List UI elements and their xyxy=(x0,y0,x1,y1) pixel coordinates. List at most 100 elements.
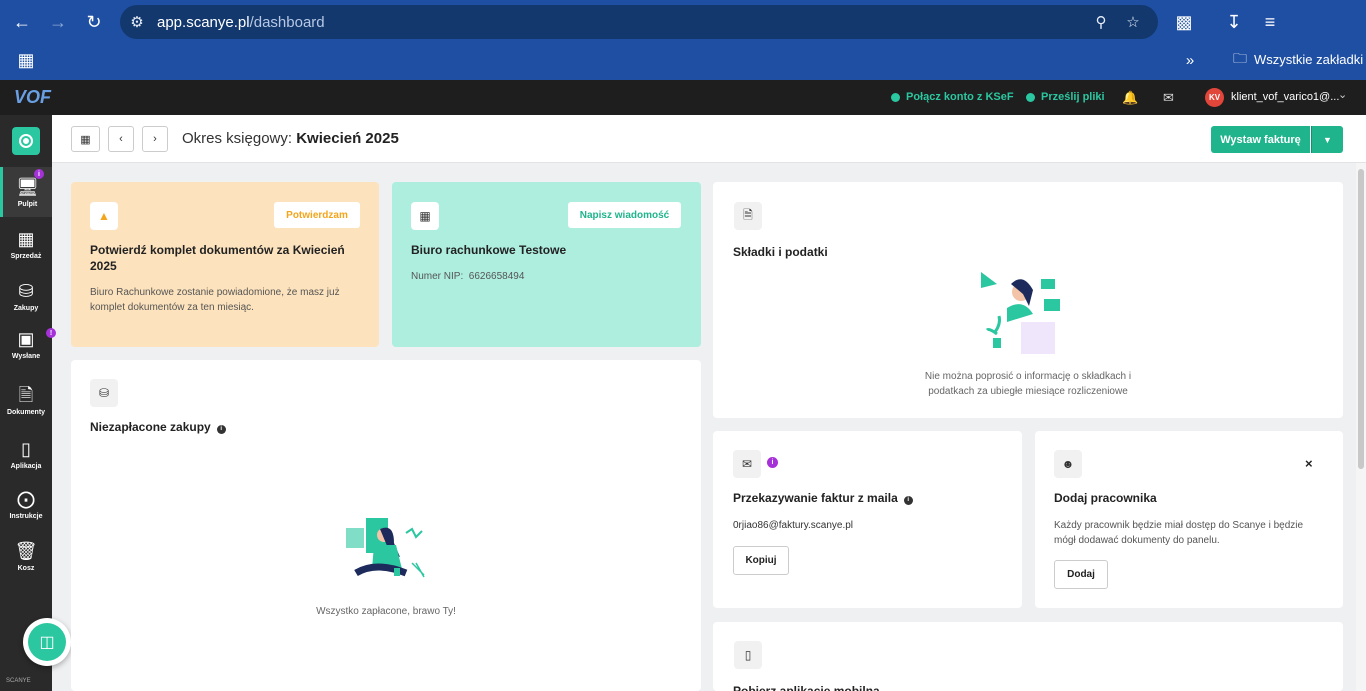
apps-grid-icon[interactable]: ▦ xyxy=(14,48,38,72)
mobile-app-card: ▯ Pobierz aplikację mobilną xyxy=(713,622,1343,691)
confirm-title: Potwierdź komplet dokumentów za Kwiecień… xyxy=(90,243,345,273)
notification-badge: ! xyxy=(46,328,56,338)
sidebar-item-dokumenty[interactable]: 🗎 Dokumenty xyxy=(0,375,52,425)
forward-arrow-icon[interactable]: → xyxy=(46,10,70,34)
unpaid-empty-text: Wszystko zapłacone, brawo Ty! xyxy=(316,606,456,617)
lifebuoy-icon: ⨀ xyxy=(17,488,35,509)
download-icon[interactable]: ↧ xyxy=(1222,10,1246,34)
more-bookmarks-icon[interactable]: » xyxy=(1178,48,1202,72)
woman-illustration xyxy=(981,272,1060,354)
zoom-icon[interactable]: ⚲ xyxy=(1092,13,1110,31)
info-badge: i xyxy=(767,457,778,468)
add-button[interactable] xyxy=(12,127,40,155)
confirm-documents-card: ▲ Potwierdzam Potwierdź komplet dokument… xyxy=(71,182,379,347)
reload-icon[interactable]: ↻ xyxy=(82,10,106,34)
phone-icon: ▯ xyxy=(734,641,762,669)
document-icon: 🗎 xyxy=(734,202,762,230)
add-employee-title: Dodaj pracownika xyxy=(1054,491,1157,505)
taxes-empty-text: Nie można poprosić o informację o składk… xyxy=(924,371,1132,397)
sidebar-item-pulpit[interactable]: 🖥 Pulpit xyxy=(0,167,52,217)
sidebar-item-aplikacja[interactable]: ▯ Aplikacja xyxy=(0,429,52,479)
chat-widget-button[interactable]: ◫ xyxy=(23,618,71,666)
chevron-down-icon[interactable]: ⌄ xyxy=(1338,88,1347,101)
browser-toolbar: ← → ↻ ⚙ app.scanye.pl/dashboard ⚲ ☆ ▩ ↧ … xyxy=(0,0,1366,80)
period-title: Okres księgowy: Kwiecień 2025 xyxy=(182,130,399,147)
inbox-icon: ▣ xyxy=(17,328,35,349)
chevron-right-icon: › xyxy=(153,133,157,145)
connect-ksef-link[interactable]: Połącz konto z KSeF xyxy=(891,91,1014,103)
info-icon[interactable]: i xyxy=(216,425,226,434)
building-icon: ▦ xyxy=(411,202,439,230)
email-forwarding-card: ✉ i Przekazywanie faktur z maila i 0rjiao… xyxy=(713,431,1022,608)
phone-icon: ▯ xyxy=(21,438,31,459)
document-icon: 🗎 xyxy=(18,384,34,405)
add-user-icon: ☻ xyxy=(1054,450,1082,478)
sidebar-item-zakupy[interactable]: ⛁ Zakupy xyxy=(0,271,52,321)
sidebar-item-sprzedaz[interactable]: ▦ Sprzedaż xyxy=(0,219,52,269)
taxes-title: Składki i podatki xyxy=(733,245,828,259)
calendar-button[interactable]: ▦ xyxy=(71,126,100,152)
mail-icon[interactable]: ✉ xyxy=(1163,90,1174,106)
site-settings-icon[interactable]: ⚙ xyxy=(128,13,146,31)
brand-label: SCANYE xyxy=(6,678,31,684)
sidebar-item-kosz[interactable]: 🗑 Kosz xyxy=(0,531,52,581)
chat-icon: ◫ xyxy=(28,623,66,661)
send-files-link[interactable]: Prześlij pliki xyxy=(1026,91,1105,103)
trash-icon: 🗑 xyxy=(14,540,38,561)
unpaid-purchases-card: ⛁ Niezapłacone zakupy i Wszystko zapłacon… xyxy=(71,360,701,691)
unpaid-title: Niezapłacone zakupy i xyxy=(90,419,226,435)
chevron-left-icon: ‹ xyxy=(119,133,123,145)
all-bookmarks-link[interactable]: Wszystkie zakładki xyxy=(1254,52,1363,67)
register-icon: ▦ xyxy=(17,228,35,249)
write-message-button[interactable]: Napisz wiadomość xyxy=(568,202,681,228)
relax-illustration xyxy=(346,518,425,578)
sidebar-item-instrukcje[interactable]: ⨀ Instrukcje xyxy=(0,479,52,529)
period-toolbar: ▦ ‹ › Okres księgowy: Kwiecień 2025 Wyst… xyxy=(52,115,1366,163)
scrollbar-thumb[interactable] xyxy=(1358,169,1364,469)
address-bar[interactable]: ⚙ app.scanye.pl/dashboard ⚲ ☆ xyxy=(120,5,1158,39)
sidebar-item-wyslane[interactable]: ▣ Wysłane xyxy=(0,319,52,369)
basket-icon: ⛁ xyxy=(18,280,34,301)
accounting-office-card: ▦ Napisz wiadomość Biuro rachunkowe Test… xyxy=(392,182,701,347)
next-period-button[interactable]: › xyxy=(142,126,168,152)
app-header: VOF Połącz konto z KSeF Prześlij pliki 🔔… xyxy=(0,80,1366,115)
issue-invoice-dropdown[interactable]: ▼ xyxy=(1311,126,1343,153)
plus-circle-icon xyxy=(1026,92,1035,102)
forwarding-email: 0rjiao86@faktury.scanye.pl xyxy=(733,520,854,531)
add-employee-card: ☻ × Dodaj pracownika Każdy pracownik będ… xyxy=(1035,431,1343,608)
reading-list-icon[interactable]: ≡ xyxy=(1258,10,1282,34)
mail-icon: ✉ xyxy=(733,450,761,478)
calendar-icon: ▦ xyxy=(80,133,91,146)
mobile-app-title: Pobierz aplikację mobilną xyxy=(733,684,880,691)
office-nip: Numer NIP: 6626658494 xyxy=(411,271,525,282)
back-arrow-icon[interactable]: ← xyxy=(10,10,34,34)
logo[interactable]: VOF xyxy=(14,87,51,108)
bell-icon[interactable]: 🔔 xyxy=(1122,90,1138,106)
avatar[interactable]: KV xyxy=(1205,88,1224,107)
plus-circle-icon xyxy=(891,92,900,102)
confirm-button[interactable]: Potwierdzam xyxy=(274,202,360,228)
add-employee-text: Każdy pracownik będzie miał dostęp do Sc… xyxy=(1054,520,1304,546)
add-employee-button[interactable]: Dodaj xyxy=(1054,560,1108,589)
taxes-card: 🗎 Składki i podatki Nie można poprosić o… xyxy=(713,182,1343,418)
issue-invoice-button[interactable]: Wystaw fakturę xyxy=(1211,126,1310,153)
info-icon[interactable]: i xyxy=(903,496,913,505)
prev-period-button[interactable]: ‹ xyxy=(108,126,134,152)
user-name[interactable]: klient_vof_varico1@... xyxy=(1231,91,1339,103)
email-forwarding-title: Przekazywanie faktur z maila i xyxy=(733,490,913,506)
star-icon[interactable]: ☆ xyxy=(1124,13,1142,31)
office-title: Biuro rachunkowe Testowe xyxy=(411,243,567,257)
sidebar: 🖥 Pulpit i ▦ Sprzedaż ⛁ Zakupy ▣ Wysłane… xyxy=(0,115,56,691)
bookmarks-bar: ▦ » 🗀 Wszystkie zakładki xyxy=(0,44,1366,80)
confirm-text: Biuro Rachunkowe zostanie powiadomione, … xyxy=(90,287,340,313)
page-scrollbar[interactable] xyxy=(1356,163,1366,691)
caret-down-icon: ▼ xyxy=(1323,134,1332,145)
extensions-icon[interactable]: ▩ xyxy=(1172,10,1196,34)
basket-icon: ⛁ xyxy=(90,379,118,407)
folder-icon: 🗀 xyxy=(1233,50,1247,66)
url-text: app.scanye.pl/dashboard xyxy=(157,14,325,31)
monitor-icon: 🖥 xyxy=(16,176,39,197)
close-icon[interactable]: × xyxy=(1305,456,1313,471)
copy-button[interactable]: Kopiuj xyxy=(733,546,789,575)
plus-icon xyxy=(21,136,31,146)
